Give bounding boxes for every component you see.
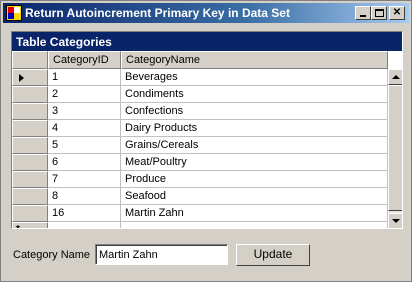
update-button[interactable]: Update (236, 244, 310, 266)
cell-categoryid[interactable]: 1 (48, 69, 121, 86)
cell-categoryid[interactable]: 7 (48, 171, 121, 188)
cell-categoryname[interactable]: Beverages (121, 69, 388, 86)
new-row[interactable]: * (12, 222, 388, 228)
cell-categoryname[interactable]: Confections (121, 103, 388, 120)
grid-caption: Table Categories (12, 32, 402, 51)
row-header[interactable] (12, 86, 48, 103)
row-header[interactable] (12, 205, 48, 222)
table-row[interactable]: 16 Martin Zahn (12, 205, 388, 222)
window-title: Return Autoincrement Primary Key in Data… (25, 6, 290, 20)
row-header[interactable] (12, 154, 48, 171)
row-header[interactable] (12, 103, 48, 120)
cell-categoryid[interactable]: 16 (48, 205, 121, 222)
cell-categoryname[interactable]: Seafood (121, 188, 388, 205)
category-name-input[interactable] (95, 244, 228, 265)
maximize-button[interactable] (371, 6, 387, 20)
app-icon[interactable] (6, 5, 22, 21)
cell-categoryname[interactable]: Grains/Cereals (121, 137, 388, 154)
cell-categoryid[interactable]: 8 (48, 188, 121, 205)
column-header-categoryid[interactable]: CategoryID (48, 51, 121, 69)
grid-header-row: CategoryID CategoryName (12, 51, 388, 69)
cell-categoryname[interactable]: Produce (121, 171, 388, 188)
row-header[interactable] (12, 188, 48, 205)
table-row[interactable]: 4 Dairy Products (12, 120, 388, 137)
arrow-up-icon (392, 75, 400, 79)
cell-categoryname[interactable]: Martin Zahn (121, 205, 388, 222)
cell-categoryname[interactable] (121, 222, 388, 228)
row-header[interactable]: * (12, 222, 48, 228)
close-icon: ✕ (392, 7, 402, 18)
cell-categoryid[interactable]: 6 (48, 154, 121, 171)
arrow-down-icon (392, 219, 400, 223)
table-row[interactable]: 8 Seafood (12, 188, 388, 205)
table-row[interactable]: 6 Meat/Poultry (12, 154, 388, 171)
row-header[interactable] (12, 137, 48, 154)
cell-categoryid[interactable]: 2 (48, 86, 121, 103)
scroll-up-button[interactable] (388, 69, 402, 85)
cell-categoryid[interactable]: 3 (48, 103, 121, 120)
row-header[interactable] (12, 171, 48, 188)
maximize-icon (375, 9, 384, 17)
category-name-label: Category Name (13, 249, 91, 261)
row-header[interactable] (12, 69, 48, 86)
table-row[interactable]: 1 Beverages (12, 69, 388, 86)
table-row[interactable]: 2 Condiments (12, 86, 388, 103)
minimize-button[interactable] (355, 6, 371, 20)
table-row[interactable]: 5 Grains/Cereals (12, 137, 388, 154)
close-button[interactable]: ✕ (389, 6, 405, 20)
row-header[interactable] (12, 120, 48, 137)
scroll-thumb[interactable] (388, 85, 402, 211)
row-header-corner[interactable] (12, 51, 48, 69)
cell-categoryid[interactable]: 4 (48, 120, 121, 137)
cell-categoryid[interactable]: 5 (48, 137, 121, 154)
cell-categoryname[interactable]: Dairy Products (121, 120, 388, 137)
table-row[interactable]: 3 Confections (12, 103, 388, 120)
vertical-scrollbar[interactable] (388, 69, 402, 228)
main-window: Return Autoincrement Primary Key in Data… (0, 0, 412, 282)
title-bar[interactable]: Return Autoincrement Primary Key in Data… (3, 3, 409, 23)
scroll-down-button[interactable] (388, 213, 402, 228)
cell-categoryid[interactable] (48, 222, 121, 228)
cell-categoryname[interactable]: Condiments (121, 86, 388, 103)
table-row[interactable]: 7 Produce (12, 171, 388, 188)
current-row-arrow-icon (19, 74, 24, 82)
categories-datagrid[interactable]: Table Categories CategoryID CategoryName… (11, 31, 403, 229)
cell-categoryname[interactable]: Meat/Poultry (121, 154, 388, 171)
column-header-categoryname[interactable]: CategoryName (121, 51, 388, 69)
minimize-icon (360, 15, 366, 17)
new-row-icon: * (16, 224, 20, 228)
